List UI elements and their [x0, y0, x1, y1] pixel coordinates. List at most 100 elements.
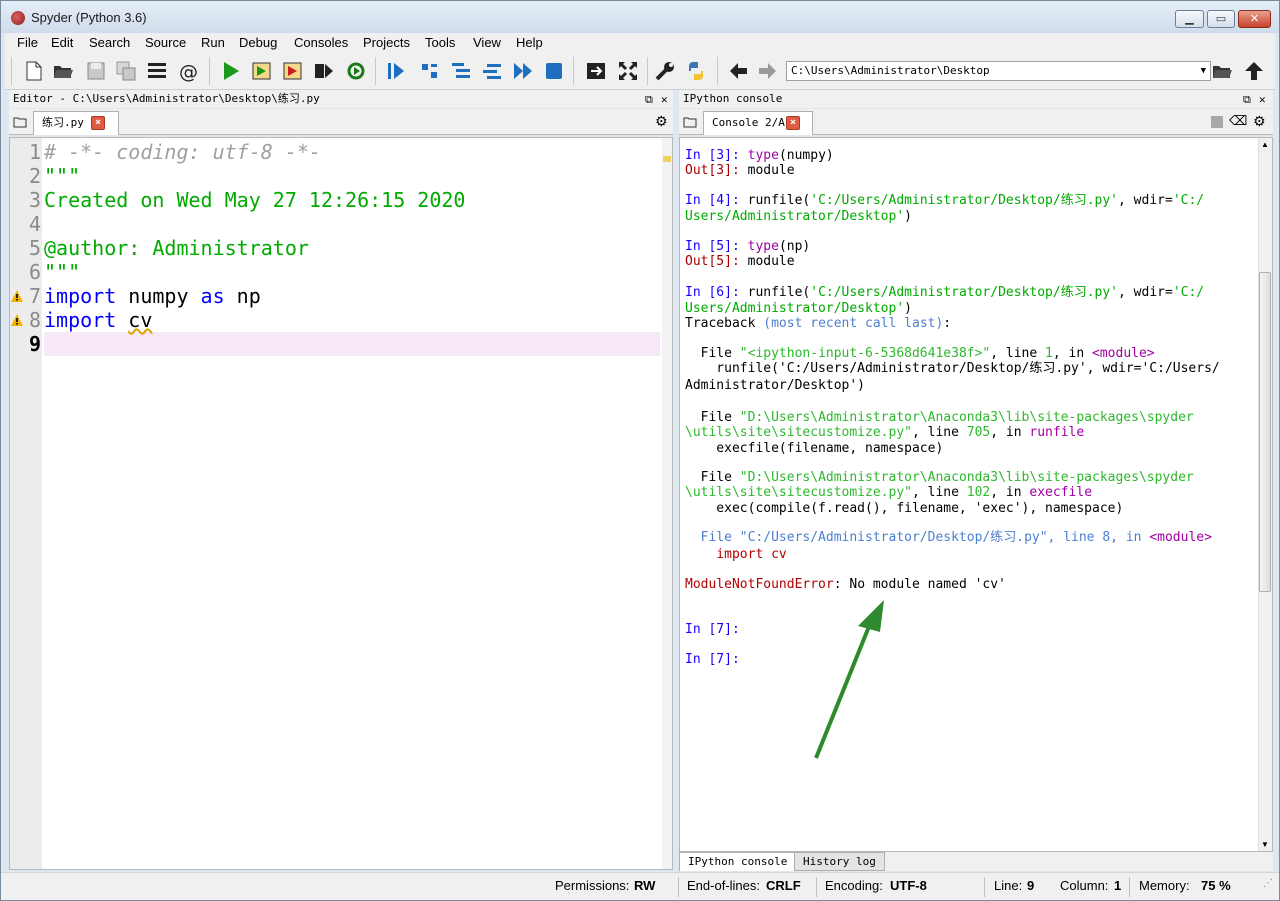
save-all-icon[interactable] [115, 60, 137, 82]
menu-bar: File Edit Search Source Run Debug Consol… [5, 33, 1275, 53]
forward-arrow-icon[interactable] [757, 60, 779, 82]
line-number: 102 [966, 485, 991, 500]
string: 'C:/ [1172, 193, 1205, 208]
console-tab[interactable]: Console 2/A × [703, 111, 813, 135]
console-line: In [5]: type(np) [685, 239, 810, 255]
menu-view[interactable]: View [473, 35, 501, 50]
code-editor[interactable]: 1 2 3 4 5 6 7 8 9 # -*- coding: utf-8 -*… [9, 137, 673, 870]
eraser-icon[interactable]: ⌫ [1229, 113, 1247, 129]
column-value: 1 [1114, 878, 1122, 893]
maximize-pane-icon[interactable] [585, 60, 607, 82]
back-arrow-icon[interactable] [727, 60, 749, 82]
line-label: Line: [994, 878, 1023, 893]
wrench-icon[interactable] [654, 60, 676, 82]
close-pane-icon[interactable]: ✕ [661, 91, 668, 109]
line-number: 705 [966, 425, 991, 440]
debug-icon[interactable] [385, 60, 407, 82]
menu-help[interactable]: Help [516, 35, 543, 50]
code-line: @author: Administrator [44, 236, 309, 260]
python-path-icon[interactable] [685, 60, 707, 82]
string: 'C:/ [1172, 285, 1205, 300]
text: , line [990, 346, 1046, 361]
console-title-text: IPython console [683, 92, 783, 105]
scroll-up-icon[interactable]: ▲ [1261, 140, 1269, 149]
line-value: 9 [1027, 878, 1035, 893]
close-tab-icon[interactable]: × [91, 116, 105, 130]
memory-value: 75 % [1201, 878, 1231, 893]
step-return-icon[interactable] [481, 60, 503, 82]
menu-debug[interactable]: Debug [239, 35, 277, 50]
stop-kernel-icon[interactable] [1211, 116, 1223, 128]
annotation-arrow [814, 600, 884, 759]
tab-history-log[interactable]: History log [794, 852, 885, 871]
memory-label: Memory: [1139, 878, 1190, 893]
code-text: numpy [116, 284, 201, 308]
undock-icon[interactable]: ⧉ [645, 91, 653, 109]
menu-tools[interactable]: Tools [425, 35, 455, 50]
close-pane-icon[interactable]: ✕ [1259, 91, 1266, 109]
line-number: 2 [28, 164, 41, 188]
size-grip-icon[interactable]: ⋰ [1263, 878, 1273, 889]
stop-icon[interactable] [543, 60, 565, 82]
list-icon[interactable] [146, 60, 168, 82]
spyder-window: Spyder (Python 3.6) ▁ ▭ ✕ File Edit Sear… [0, 0, 1280, 901]
warning-icon[interactable] [11, 290, 23, 302]
prompt-in: In [6]: [685, 285, 748, 300]
undock-icon[interactable]: ⧉ [1243, 91, 1251, 109]
menu-file[interactable]: File [17, 35, 38, 50]
fullscreen-icon[interactable] [617, 60, 639, 82]
filename: \utils\site\sitecustomize.py" [685, 425, 912, 440]
console-prompt[interactable]: In [7]: [685, 652, 748, 668]
save-icon[interactable] [85, 60, 107, 82]
minimize-button[interactable]: ▁ [1175, 10, 1204, 28]
rerun-icon[interactable] [345, 60, 367, 82]
warning-icon[interactable] [11, 314, 23, 326]
code-line: import cv [44, 308, 152, 332]
code-line: """ [44, 164, 81, 188]
text: , in [1052, 346, 1093, 361]
close-button[interactable]: ✕ [1238, 10, 1271, 28]
ipython-console[interactable]: In [3]: type(numpy) Out[3]: module In [4… [679, 137, 1273, 852]
editor-pane-title: Editor - C:\Users\Administrator\Desktop\… [9, 90, 673, 108]
gear-icon[interactable]: ⚙ [1253, 113, 1266, 130]
menu-consoles[interactable]: Consoles [294, 35, 348, 50]
menu-source[interactable]: Source [145, 35, 186, 50]
scroll-down-icon[interactable]: ▼ [1261, 840, 1269, 849]
console-scroll-thumb[interactable] [1259, 272, 1271, 592]
browse-tabs-icon[interactable] [13, 115, 27, 129]
editor-tab-lianxi[interactable]: 练习.py × [33, 111, 119, 135]
close-tab-icon[interactable]: × [786, 116, 800, 130]
maximize-button[interactable]: ▭ [1207, 10, 1235, 28]
line-number: 6 [28, 260, 41, 284]
browse-tabs-icon[interactable] [683, 115, 697, 129]
menu-edit[interactable]: Edit [51, 35, 73, 50]
browse-folder-icon[interactable] [1211, 60, 1233, 82]
working-directory-combobox[interactable]: C:\Users\Administrator\Desktop ▼ [786, 61, 1211, 81]
tab-ipython-console[interactable]: IPython console [679, 852, 797, 871]
line-number: 1 [28, 140, 41, 164]
open-folder-icon[interactable] [52, 60, 74, 82]
permissions-value: RW [634, 878, 656, 893]
console-line: \utils\site\sitecustomize.py", line 102,… [685, 485, 1092, 501]
new-file-icon[interactable] [23, 60, 45, 82]
run-cell-icon[interactable] [251, 60, 273, 82]
continue-icon[interactable] [512, 60, 534, 82]
editor-scrollbar[interactable] [662, 138, 672, 869]
menu-projects[interactable]: Projects [363, 35, 410, 50]
at-icon[interactable]: @ [178, 60, 200, 82]
run-selection-icon[interactable] [313, 60, 335, 82]
menu-run[interactable]: Run [201, 35, 225, 50]
console-line: File "C:/Users/Administrator/Desktop/练习.… [685, 530, 1212, 546]
editor-title-text: Editor - C:\Users\Administrator\Desktop\… [13, 92, 320, 105]
gear-icon[interactable]: ⚙ [655, 113, 668, 130]
string: 'C:/Users/Administrator/Desktop/练习.py' [810, 285, 1119, 300]
run-icon[interactable] [220, 60, 242, 82]
menu-search[interactable]: Search [89, 35, 130, 50]
function-name: execfile [1029, 485, 1093, 500]
console-line: Out[5]: module [685, 254, 795, 270]
run-cell-advance-icon[interactable] [282, 60, 304, 82]
step-icon[interactable] [419, 60, 441, 82]
parent-dir-icon[interactable] [1243, 60, 1265, 82]
step-into-icon[interactable] [450, 60, 472, 82]
